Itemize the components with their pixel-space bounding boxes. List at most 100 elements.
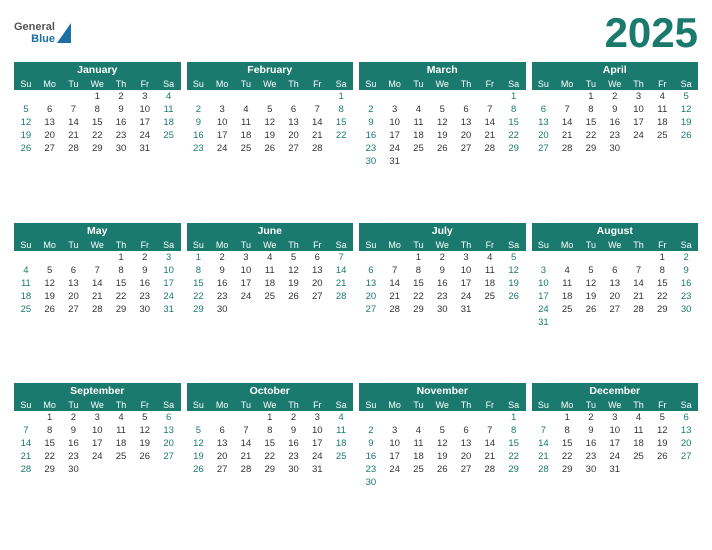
day-cell: 8 — [407, 264, 431, 277]
day-cell: 22 — [407, 290, 431, 303]
day-cell: 13 — [210, 437, 234, 450]
empty-cell — [305, 90, 329, 103]
day-cell: 8 — [187, 264, 211, 277]
day-cell: 26 — [674, 129, 698, 142]
day-cell: 10 — [532, 277, 556, 290]
day-cell: 9 — [579, 424, 603, 437]
day-cell: 9 — [282, 424, 306, 437]
day-header-Sa: Sa — [157, 78, 181, 90]
day-cell: 7 — [85, 264, 109, 277]
day-cell: 13 — [305, 264, 329, 277]
empty-cell — [555, 90, 579, 103]
day-cell: 4 — [234, 103, 258, 116]
day-cell: 27 — [603, 303, 627, 316]
day-cell: 31 — [603, 463, 627, 476]
day-header-We: We — [430, 239, 454, 251]
day-cell: 10 — [133, 103, 157, 116]
day-cell: 4 — [258, 251, 282, 264]
day-cell: 29 — [407, 303, 431, 316]
logo-icon — [57, 23, 71, 43]
day-cell: 23 — [62, 450, 86, 463]
day-cell: 10 — [234, 264, 258, 277]
day-cell: 25 — [478, 290, 502, 303]
day-header-Th: Th — [282, 78, 306, 90]
day-cell: 7 — [234, 424, 258, 437]
day-header-Su: Su — [532, 78, 556, 90]
day-headers-january: SuMoTuWeThFrSa — [14, 78, 181, 90]
day-header-Tu: Tu — [407, 239, 431, 251]
day-cell: 8 — [85, 103, 109, 116]
day-cell: 25 — [650, 129, 674, 142]
day-cell: 3 — [133, 90, 157, 103]
day-cell: 25 — [258, 290, 282, 303]
day-cell: 19 — [258, 129, 282, 142]
day-cell: 26 — [258, 142, 282, 155]
day-cell: 19 — [430, 129, 454, 142]
day-cell: 28 — [62, 142, 86, 155]
day-cell: 19 — [133, 437, 157, 450]
day-header-Tu: Tu — [234, 399, 258, 411]
day-header-Sa: Sa — [502, 239, 526, 251]
day-cell: 11 — [555, 277, 579, 290]
day-cell: 22 — [650, 290, 674, 303]
empty-cell — [603, 251, 627, 264]
day-cell: 7 — [627, 264, 651, 277]
day-cell: 16 — [430, 277, 454, 290]
day-headers-march: SuMoTuWeThFrSa — [359, 78, 526, 90]
day-header-Fr: Fr — [305, 399, 329, 411]
empty-cell — [532, 411, 556, 424]
day-cell: 23 — [210, 290, 234, 303]
day-cell: 10 — [85, 424, 109, 437]
day-cell: 20 — [210, 450, 234, 463]
day-cell: 13 — [454, 437, 478, 450]
day-header-Mo: Mo — [38, 78, 62, 90]
day-header-We: We — [258, 239, 282, 251]
month-header-november: November — [359, 383, 526, 399]
month-header-june: June — [187, 223, 354, 239]
empty-cell — [478, 411, 502, 424]
day-cell: 25 — [407, 463, 431, 476]
empty-cell — [430, 411, 454, 424]
day-cell: 8 — [109, 264, 133, 277]
day-header-Su: Su — [187, 78, 211, 90]
day-cell: 2 — [187, 103, 211, 116]
empty-cell — [383, 411, 407, 424]
day-cell: 7 — [329, 251, 353, 264]
day-cell: 2 — [282, 411, 306, 424]
empty-cell — [555, 251, 579, 264]
header: General Blue 2025 — [14, 12, 698, 54]
day-cell: 9 — [674, 264, 698, 277]
day-cell: 17 — [532, 290, 556, 303]
day-cell: 16 — [210, 277, 234, 290]
day-cell: 11 — [329, 424, 353, 437]
day-header-Th: Th — [454, 239, 478, 251]
day-cell: 16 — [187, 129, 211, 142]
day-cell: 3 — [85, 411, 109, 424]
day-cell: 29 — [555, 463, 579, 476]
day-cell: 31 — [157, 303, 181, 316]
day-cell: 20 — [603, 290, 627, 303]
day-cell: 18 — [627, 437, 651, 450]
day-cell: 14 — [14, 437, 38, 450]
empty-cell — [62, 251, 86, 264]
day-cell: 12 — [133, 424, 157, 437]
day-cell: 20 — [62, 290, 86, 303]
days-grid-june: 1234567891011121314151617181920212223242… — [187, 251, 354, 316]
day-cell: 19 — [14, 129, 38, 142]
day-cell: 17 — [157, 277, 181, 290]
day-cell: 14 — [478, 116, 502, 129]
day-cell: 4 — [407, 424, 431, 437]
day-cell: 19 — [187, 450, 211, 463]
day-cell: 23 — [282, 450, 306, 463]
day-headers-september: SuMoTuWeThFrSa — [14, 399, 181, 411]
day-cell: 11 — [407, 437, 431, 450]
day-cell: 2 — [133, 251, 157, 264]
day-cell: 27 — [454, 463, 478, 476]
day-cell: 28 — [478, 463, 502, 476]
day-cell: 19 — [579, 290, 603, 303]
day-header-Sa: Sa — [329, 399, 353, 411]
day-header-Tu: Tu — [234, 78, 258, 90]
day-header-Tu: Tu — [407, 78, 431, 90]
day-header-We: We — [85, 399, 109, 411]
day-cell: 18 — [234, 129, 258, 142]
